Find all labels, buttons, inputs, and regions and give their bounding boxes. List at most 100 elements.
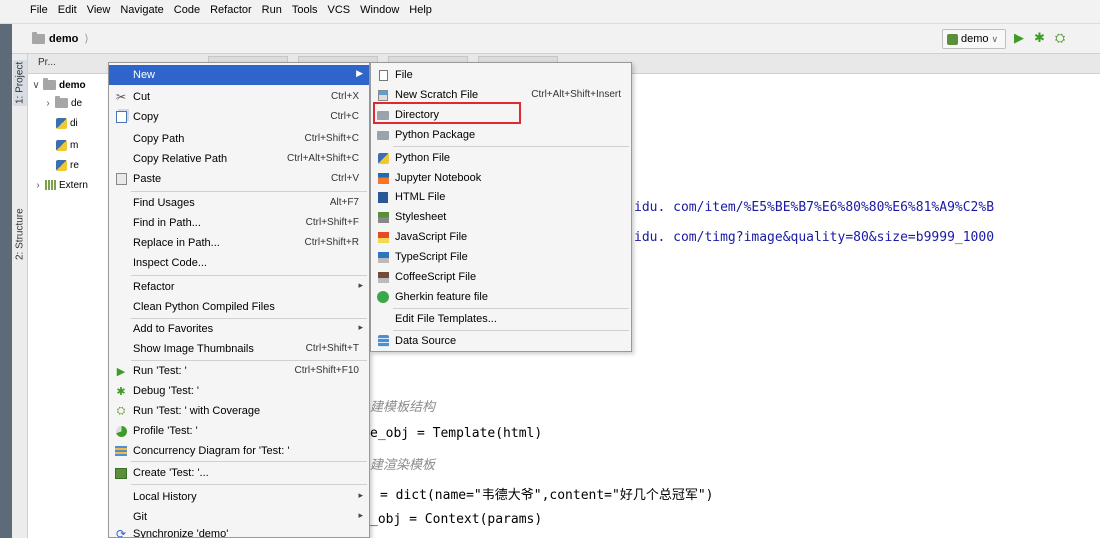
tree-item[interactable]: › de bbox=[44, 94, 82, 112]
submenu-item-html-file[interactable]: HTML File bbox=[371, 187, 631, 207]
menu-tools[interactable]: Tools bbox=[292, 4, 318, 16]
menu-code[interactable]: Code bbox=[174, 4, 200, 16]
menu-item-show-image-thumbnails[interactable]: Show Image Thumbnails Ctrl+Shift+T bbox=[109, 339, 369, 359]
run-icon[interactable]: ▶ bbox=[1014, 31, 1024, 44]
menu-navigate[interactable]: Navigate bbox=[120, 4, 163, 16]
python-file-icon bbox=[376, 151, 390, 165]
copy-icon bbox=[114, 110, 128, 124]
submenu-item-python-package[interactable]: Python Package bbox=[371, 125, 631, 145]
menu-item-label: Synchronize 'demo' bbox=[133, 528, 229, 538]
menu-item-label: Copy Path bbox=[133, 133, 185, 145]
window-edge-strip bbox=[0, 24, 12, 538]
submenu-item-jupyter-notebook[interactable]: Jupyter Notebook bbox=[371, 168, 631, 188]
debug-icon[interactable]: ✱ bbox=[1034, 31, 1045, 44]
menu-item-find-usages[interactable]: Find Usages Alt+F7 bbox=[109, 193, 369, 213]
submenu-item-coffeescript-file[interactable]: CoffeeScript File bbox=[371, 267, 631, 287]
menu-item-profile-test[interactable]: Profile 'Test: ' bbox=[109, 421, 369, 441]
library-icon bbox=[45, 180, 56, 190]
menu-vcs[interactable]: VCS bbox=[328, 4, 351, 16]
menu-item-local-history[interactable]: Local History ▸ bbox=[109, 487, 369, 507]
menu-item-label: Add to Favorites bbox=[133, 323, 214, 335]
run-config-selector[interactable]: demo ∨ bbox=[942, 29, 1006, 49]
tree-root-label: demo bbox=[59, 79, 86, 91]
submenu-item-gherkin-feature-file[interactable]: Gherkin feature file bbox=[371, 287, 631, 307]
menu-item-label: Paste bbox=[133, 173, 162, 185]
menu-item-clean-python-compiled[interactable]: Clean Python Compiled Files bbox=[109, 297, 369, 317]
folder-icon bbox=[32, 31, 45, 44]
submenu-item-edit-file-templates[interactable]: Edit File Templates... bbox=[371, 309, 631, 329]
menu-item-shortcut: Ctrl+X bbox=[330, 91, 359, 102]
tree-item[interactable]: re bbox=[56, 156, 79, 174]
submenu-item-stylesheet[interactable]: Stylesheet bbox=[371, 207, 631, 227]
submenu-item-file[interactable]: File bbox=[371, 65, 631, 85]
menu-item-debug-test[interactable]: ✱ Debug 'Test: ' bbox=[109, 381, 369, 401]
css-icon bbox=[376, 210, 390, 224]
menu-item-shortcut: Ctrl+C bbox=[330, 111, 359, 122]
menu-item-shortcut: Ctrl+Shift+C bbox=[304, 133, 359, 144]
sync-icon: ⟳ bbox=[115, 527, 127, 538]
menu-item-label: Refactor bbox=[133, 281, 175, 293]
submenu-arrow-icon: ▸ bbox=[358, 510, 363, 520]
gherkin-icon bbox=[376, 290, 390, 304]
menu-item-shortcut: Alt+F7 bbox=[329, 197, 359, 208]
tree-item[interactable]: m bbox=[56, 136, 78, 154]
menu-item-run-test[interactable]: ▶ Run 'Test: ' Ctrl+Shift+F10 bbox=[109, 361, 369, 381]
menu-item-label: Edit File Templates... bbox=[395, 313, 497, 325]
menu-item-copy-path[interactable]: Copy Path Ctrl+Shift+C bbox=[109, 129, 369, 149]
python-package-icon bbox=[376, 128, 390, 142]
menu-item-cut[interactable]: ✂ Cut Ctrl+X bbox=[109, 87, 369, 107]
main-menu-bar: File Edit View Navigate Code Refactor Ru… bbox=[0, 0, 1100, 24]
menu-item-label: Stylesheet bbox=[395, 211, 447, 223]
menu-item-copy[interactable]: Copy Ctrl+C bbox=[109, 107, 369, 127]
menu-file[interactable]: File bbox=[30, 4, 48, 16]
menu-run[interactable]: Run bbox=[262, 4, 282, 16]
tree-item[interactable]: di bbox=[56, 114, 78, 132]
menu-item-inspect-code[interactable]: Inspect Code... bbox=[109, 253, 369, 273]
menu-item-replace-in-path[interactable]: Replace in Path... Ctrl+Shift+R bbox=[109, 233, 369, 253]
menu-item-label: Profile 'Test: ' bbox=[133, 425, 198, 437]
submenu-item-typescript-file[interactable]: TypeScript File bbox=[371, 247, 631, 267]
menu-edit[interactable]: Edit bbox=[58, 4, 77, 16]
menu-item-concurrency-diagram[interactable]: Concurrency Diagram for 'Test: ' bbox=[109, 441, 369, 461]
menu-item-copy-relative-path[interactable]: Copy Relative Path Ctrl+Alt+Shift+C bbox=[109, 149, 369, 169]
submenu-item-data-source[interactable]: Data Source bbox=[371, 331, 631, 351]
menu-item-new[interactable]: New ▶ bbox=[109, 65, 369, 85]
tab-structure[interactable]: 2: Structure bbox=[13, 202, 27, 266]
menu-item-run-with-coverage[interactable]: ⛭ Run 'Test: ' with Coverage bbox=[109, 401, 369, 421]
python-file-icon bbox=[56, 117, 67, 129]
coverage-icon[interactable]: ⛭ bbox=[1055, 31, 1065, 44]
tree-item[interactable]: › Extern bbox=[34, 176, 88, 194]
menu-item-find-in-path[interactable]: Find in Path... Ctrl+Shift+F bbox=[109, 213, 369, 233]
html-icon bbox=[376, 190, 390, 204]
menu-item-shortcut: Ctrl+V bbox=[330, 173, 359, 184]
menu-item-shortcut: Ctrl+Shift+R bbox=[304, 237, 359, 248]
menu-refactor[interactable]: Refactor bbox=[210, 4, 252, 16]
tree-root[interactable]: ∨ demo bbox=[32, 76, 86, 94]
menu-item-label: Data Source bbox=[395, 335, 457, 347]
menu-item-add-to-favorites[interactable]: Add to Favorites ▸ bbox=[109, 319, 369, 339]
menu-item-synchronize[interactable]: ⟳ Synchronize 'demo' bbox=[109, 524, 369, 538]
menu-item-label: Jupyter Notebook bbox=[395, 172, 482, 184]
code-line: idu. com/timg?image&quality=80&size=b999… bbox=[634, 230, 995, 245]
menu-view[interactable]: View bbox=[87, 4, 111, 16]
menu-window[interactable]: Window bbox=[360, 4, 399, 16]
menu-item-label: CoffeeScript File bbox=[395, 271, 477, 283]
menu-list: File Edit View Navigate Code Refactor Ru… bbox=[30, 4, 432, 16]
project-view-selector[interactable]: Pr... bbox=[38, 57, 56, 68]
menu-item-shortcut: Ctrl+Shift+T bbox=[305, 343, 359, 354]
submenu-item-javascript-file[interactable]: JavaScript File bbox=[371, 227, 631, 247]
menu-help[interactable]: Help bbox=[409, 4, 432, 16]
tab-project[interactable]: 1: Project bbox=[13, 60, 27, 106]
highlight-annotation-box bbox=[373, 102, 521, 124]
menu-item-label: Copy bbox=[133, 111, 159, 123]
breadcrumb-project[interactable]: demo bbox=[49, 33, 78, 45]
menu-item-refactor[interactable]: Refactor ▸ bbox=[109, 277, 369, 297]
submenu-item-python-file[interactable]: Python File bbox=[371, 148, 631, 168]
menu-item-label: New Scratch File bbox=[395, 89, 479, 101]
menu-item-create-test[interactable]: Create 'Test: '... bbox=[109, 463, 369, 483]
menu-item-label: Inspect Code... bbox=[133, 257, 207, 269]
menu-item-paste[interactable]: Paste Ctrl+V bbox=[109, 169, 369, 189]
typescript-icon bbox=[376, 250, 390, 264]
menu-item-label: HTML File bbox=[395, 191, 446, 203]
breadcrumb[interactable]: demo ⟩ bbox=[32, 31, 89, 45]
